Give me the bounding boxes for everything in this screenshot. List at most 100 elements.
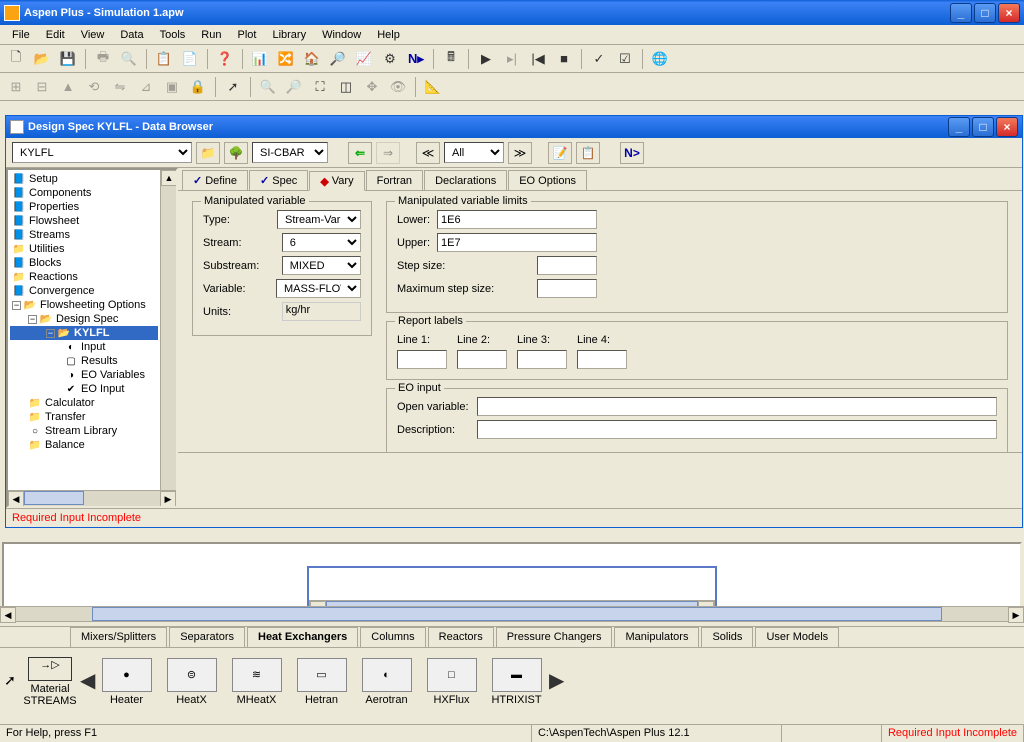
tab-define[interactable]: ✓Define (182, 170, 248, 190)
palette-item-aerotran[interactable]: ◐Aerotran (354, 656, 419, 706)
tree-item-results[interactable]: ▢Results (10, 354, 158, 368)
paste-icon[interactable]: 📄 (178, 48, 202, 70)
copy-icon[interactable]: 📋 (152, 48, 176, 70)
save-icon[interactable]: 💾 (56, 48, 80, 70)
main-scroll-thumb[interactable] (92, 607, 942, 621)
main-scroll-left-icon[interactable]: ◀ (0, 607, 16, 623)
palette-item-heatx[interactable]: ⊜HeatX (159, 656, 224, 706)
palette-tab-heat-exchangers[interactable]: Heat Exchangers (247, 627, 358, 647)
menu-edit[interactable]: Edit (38, 27, 73, 43)
mirror-icon[interactable]: ⊿ (134, 76, 158, 98)
group-icon[interactable]: ▣ (160, 76, 184, 98)
tab-vary[interactable]: ◆Vary (309, 171, 364, 191)
variable-select[interactable]: MASS-FLOW (276, 279, 361, 298)
line4-input[interactable] (577, 350, 627, 369)
palette-next-icon[interactable]: ▶ (549, 668, 563, 693)
minimize-button[interactable]: _ (950, 3, 972, 23)
tab-spec[interactable]: ✓Spec (249, 170, 308, 190)
globe-icon[interactable]: 🌐 (648, 48, 672, 70)
object-select[interactable]: KYLFL (12, 142, 192, 163)
palette-item-hxflux[interactable]: □HXFlux (419, 656, 484, 706)
zoom-icon[interactable]: 🔎 (326, 48, 350, 70)
palette-pointer-icon[interactable]: ➚ (0, 672, 20, 689)
close-button[interactable]: × (998, 3, 1020, 23)
line1-input[interactable] (397, 350, 447, 369)
line3-input[interactable] (517, 350, 567, 369)
tree-item-setup[interactable]: 📘Setup (10, 172, 158, 186)
material-stream-icon[interactable]: →▷ (28, 657, 72, 681)
back-button[interactable]: ⇐ (348, 142, 372, 164)
scroll-thumb[interactable] (24, 491, 84, 505)
palette-item-htrixist[interactable]: ▬HTRIXIST (484, 656, 549, 706)
tree-item-flowsheet[interactable]: 📘Flowsheet (10, 214, 158, 228)
openvar-input[interactable] (477, 397, 997, 416)
tree-item-blocks[interactable]: 📘Blocks (10, 256, 158, 270)
help-icon[interactable]: ❓ (213, 48, 237, 70)
menu-file[interactable]: File (4, 27, 38, 43)
tree-item-properties[interactable]: 📘Properties (10, 200, 158, 214)
view-icon[interactable]: 👁 (386, 76, 410, 98)
comments-icon[interactable]: 📝 (548, 142, 572, 164)
tree-item-eo-input[interactable]: ✔EO Input (10, 382, 158, 396)
tree-item-stream-library[interactable]: ○Stream Library (10, 424, 158, 438)
type-select[interactable]: Stream-Var (277, 210, 361, 229)
palette-tab-reactors[interactable]: Reactors (428, 627, 494, 647)
tree-item-input[interactable]: ◐Input (10, 340, 158, 354)
sub-minimize-button[interactable]: _ (948, 117, 970, 137)
tree-item-calculator[interactable]: 📁Calculator (10, 396, 158, 410)
next-required-button[interactable]: N> (620, 142, 644, 164)
tree-item-eo-variables[interactable]: ◑EO Variables (10, 368, 158, 382)
run-icon[interactable]: ▶ (474, 48, 498, 70)
tab-declarations[interactable]: Declarations (424, 170, 507, 190)
menu-tools[interactable]: Tools (152, 27, 194, 43)
tree-vscroll[interactable]: ▲ (160, 170, 176, 490)
palette-tab-columns[interactable]: Columns (360, 627, 425, 647)
zoom-area-icon[interactable]: ◫ (334, 76, 358, 98)
palette-item-hetran[interactable]: ▭Hetran (289, 656, 354, 706)
data-browser-icon[interactable]: 📊 (248, 48, 272, 70)
flowsheet-icon[interactable]: 🔀 (274, 48, 298, 70)
scroll-right-icon[interactable]: ▶ (160, 491, 176, 507)
tree-item-transfer[interactable]: 📁Transfer (10, 410, 158, 424)
step-icon[interactable]: ▸| (500, 48, 524, 70)
tree-item-kylfl[interactable]: −📂KYLFL (10, 326, 158, 340)
align-icon[interactable]: ▲ (56, 76, 80, 98)
palette-tab-user-models[interactable]: User Models (755, 627, 839, 647)
calc-icon[interactable]: 🖩 (439, 48, 463, 70)
main-hscroll[interactable]: ◀ ▶ (0, 606, 1024, 622)
zoom-out-icon[interactable]: 🔎 (282, 76, 306, 98)
upper-input[interactable] (437, 233, 597, 252)
zoom-in-icon[interactable]: 🔍 (256, 76, 280, 98)
check-icon[interactable]: ☑ (613, 48, 637, 70)
chart-icon[interactable]: 📈 (352, 48, 376, 70)
tree-item-convergence[interactable]: 📘Convergence (10, 284, 158, 298)
forward-button[interactable]: ⇒ (376, 142, 400, 164)
sub-close-button[interactable]: × (996, 117, 1018, 137)
palette-tab-solids[interactable]: Solids (701, 627, 753, 647)
stop-icon[interactable]: ■ (552, 48, 576, 70)
preview-icon[interactable]: 🔍 (117, 48, 141, 70)
menu-plot[interactable]: Plot (229, 27, 264, 43)
tree-item-balance[interactable]: 📁Balance (10, 438, 158, 452)
next-icon[interactable]: N▸ (404, 48, 428, 70)
menu-run[interactable]: Run (193, 27, 229, 43)
rewind-icon[interactable]: |◀ (526, 48, 550, 70)
palette-item-heater[interactable]: ●Heater (94, 656, 159, 706)
print-icon[interactable]: 🖶 (91, 48, 115, 70)
units-icon[interactable]: 📐 (421, 76, 445, 98)
pan-icon[interactable]: ✥ (360, 76, 384, 98)
pointer-icon[interactable]: ➚ (221, 76, 245, 98)
results-icon[interactable]: ✓ (587, 48, 611, 70)
line2-input[interactable] (457, 350, 507, 369)
palette-prev-icon[interactable]: ◀ (80, 668, 94, 693)
stream-select[interactable]: 6 (282, 233, 361, 252)
units-select[interactable]: SI-CBAR (252, 142, 328, 163)
status-icon[interactable]: 📋 (576, 142, 600, 164)
tab-eo options[interactable]: EO Options (508, 170, 587, 190)
tree-item-flowsheeting-options[interactable]: −📂Flowsheeting Options (10, 298, 158, 312)
rotate-icon[interactable]: ⟲ (82, 76, 106, 98)
menu-help[interactable]: Help (369, 27, 408, 43)
menu-view[interactable]: View (73, 27, 113, 43)
scroll-up-icon[interactable]: ▲ (161, 170, 176, 186)
next-input-button[interactable]: ≫ (508, 142, 532, 164)
